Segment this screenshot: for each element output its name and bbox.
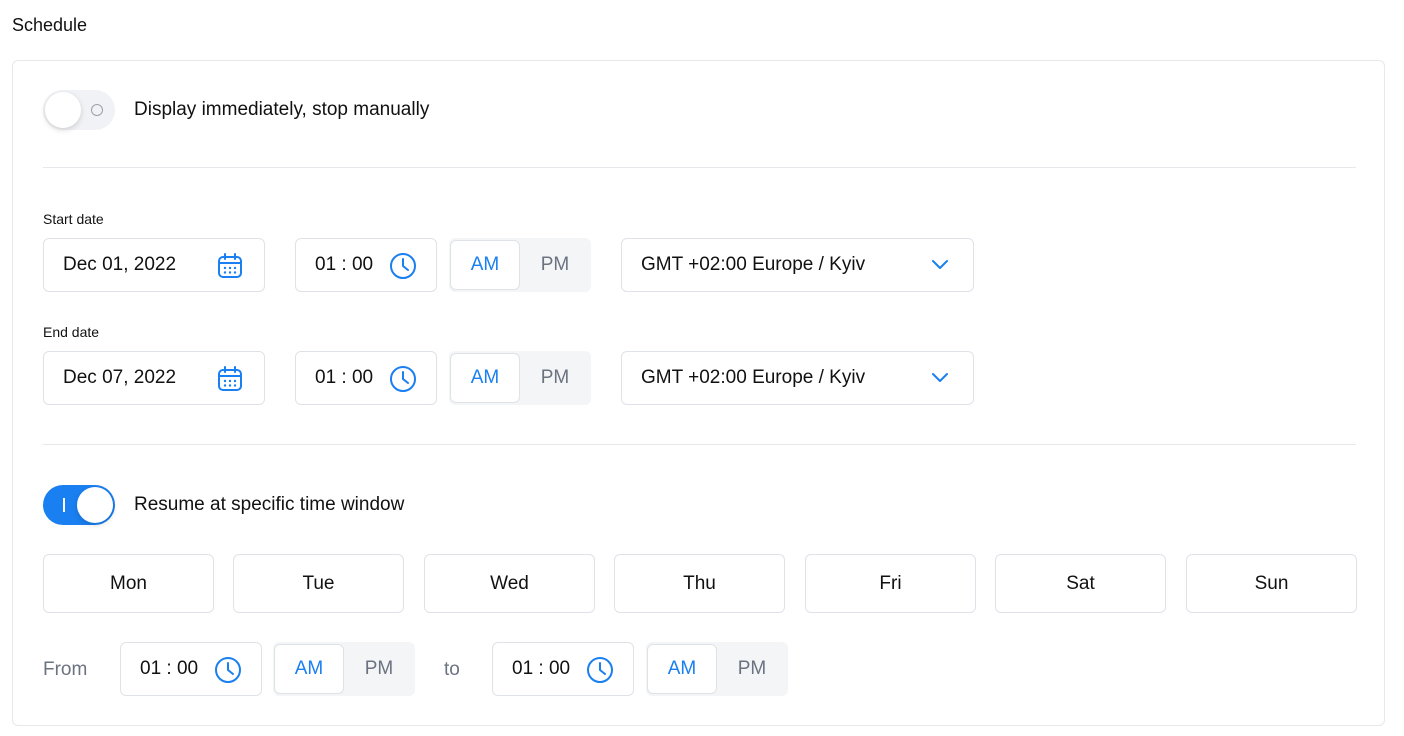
- toggle-on-indicator-icon: [63, 498, 65, 512]
- clock-icon[interactable]: [389, 365, 417, 393]
- day-button-sat[interactable]: Sat: [995, 554, 1166, 613]
- clock-icon[interactable]: [389, 252, 417, 280]
- toggle-knob: [45, 92, 81, 128]
- chevron-down-icon: [931, 372, 949, 384]
- calendar-icon[interactable]: [217, 252, 243, 280]
- end-timezone-select[interactable]: GMT +02:00 Europe / Kyiv: [621, 351, 974, 405]
- start-date-value: Dec 01, 2022: [63, 254, 177, 275]
- end-am-option[interactable]: AM: [450, 353, 520, 403]
- start-time-input[interactable]: 01 : 00: [295, 238, 437, 292]
- start-ampm-switch: AM PM: [449, 238, 591, 292]
- display-immediately-label: Display immediately, stop manually: [134, 99, 430, 120]
- day-button-tue[interactable]: Tue: [233, 554, 404, 613]
- toggle-knob: [77, 487, 113, 523]
- resume-time-window-label: Resume at specific time window: [134, 494, 405, 515]
- from-am-option[interactable]: AM: [274, 644, 344, 694]
- end-timezone-value: GMT +02:00 Europe / Kyiv: [641, 367, 866, 388]
- to-ampm-switch: AM PM: [646, 642, 788, 696]
- to-label: to: [444, 659, 460, 680]
- page-title: Schedule: [12, 15, 88, 35]
- end-date-value: Dec 07, 2022: [63, 367, 177, 388]
- day-button-wed[interactable]: Wed: [424, 554, 595, 613]
- end-pm-option[interactable]: PM: [520, 353, 590, 403]
- from-time-input[interactable]: 01 : 00: [120, 642, 262, 696]
- clock-icon[interactable]: [214, 656, 242, 684]
- start-pm-option[interactable]: PM: [520, 240, 590, 290]
- end-time-value: 01 : 00: [315, 367, 374, 388]
- start-date-input[interactable]: Dec 01, 2022: [43, 238, 265, 292]
- start-timezone-value: GMT +02:00 Europe / Kyiv: [641, 254, 866, 275]
- day-button-sun[interactable]: Sun: [1186, 554, 1357, 613]
- from-time-value: 01 : 00: [140, 658, 199, 679]
- to-pm-option[interactable]: PM: [717, 644, 787, 694]
- display-immediately-toggle[interactable]: [43, 90, 115, 130]
- from-pm-option[interactable]: PM: [344, 644, 414, 694]
- end-ampm-switch: AM PM: [449, 351, 591, 405]
- from-label: From: [43, 659, 88, 680]
- end-time-input[interactable]: 01 : 00: [295, 351, 437, 405]
- divider: [43, 444, 1356, 445]
- chevron-down-icon: [931, 259, 949, 271]
- resume-time-window-toggle[interactable]: [43, 485, 115, 525]
- end-date-input[interactable]: Dec 07, 2022: [43, 351, 265, 405]
- clock-icon[interactable]: [586, 656, 614, 684]
- to-time-value: 01 : 00: [512, 658, 571, 679]
- from-ampm-switch: AM PM: [273, 642, 415, 696]
- start-date-label: Start date: [43, 211, 104, 227]
- day-button-mon[interactable]: Mon: [43, 554, 214, 613]
- end-date-label: End date: [43, 324, 100, 340]
- day-button-thu[interactable]: Thu: [614, 554, 785, 613]
- toggle-off-indicator-icon: [91, 104, 103, 116]
- schedule-card: Display immediately, stop manually Start…: [12, 60, 1385, 726]
- to-am-option[interactable]: AM: [647, 644, 717, 694]
- divider: [43, 167, 1356, 168]
- calendar-icon[interactable]: [217, 365, 243, 393]
- start-am-option[interactable]: AM: [450, 240, 520, 290]
- start-time-value: 01 : 00: [315, 254, 374, 275]
- start-timezone-select[interactable]: GMT +02:00 Europe / Kyiv: [621, 238, 974, 292]
- to-time-input[interactable]: 01 : 00: [492, 642, 634, 696]
- day-button-fri[interactable]: Fri: [805, 554, 976, 613]
